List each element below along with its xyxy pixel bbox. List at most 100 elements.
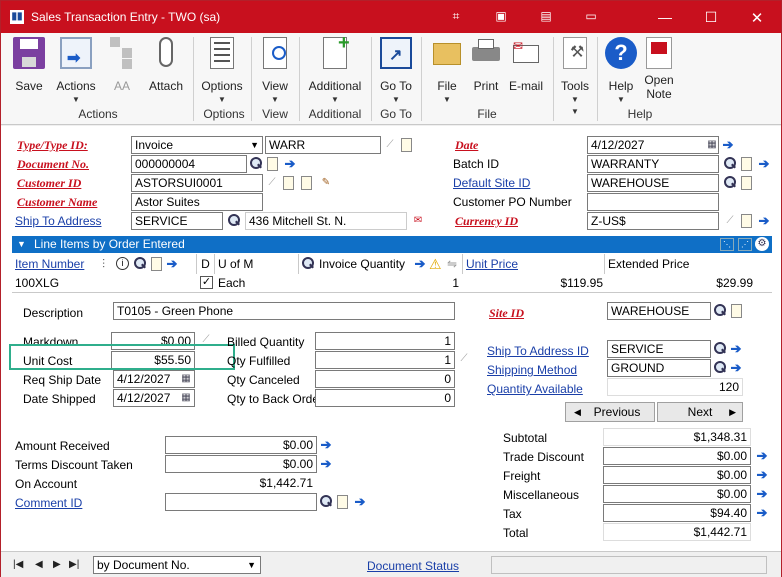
previous-record-icon[interactable]: ◀: [35, 559, 43, 570]
printer-icon[interactable]: ▣: [491, 9, 511, 23]
note-page-icon[interactable]: [283, 176, 294, 190]
customer-po-field[interactable]: [587, 193, 719, 211]
goto-arrow-icon[interactable]: ➔: [757, 157, 771, 171]
previous-button[interactable]: ◀ Previous: [565, 402, 655, 422]
qty-canceled-field[interactable]: 0: [315, 370, 455, 388]
calendar-icon[interactable]: ▤: [536, 9, 556, 23]
tools-button[interactable]: ⚒ Tools ▼: [557, 37, 593, 104]
close-icon[interactable]: ✕: [747, 9, 767, 27]
lookup-icon[interactable]: [301, 257, 315, 271]
attach-button[interactable]: Attach: [143, 37, 189, 93]
trade-discount-field[interactable]: $0.00: [603, 447, 751, 465]
goto-arrow-icon[interactable]: ➔: [755, 468, 769, 482]
item-number-link[interactable]: Item Number: [15, 257, 84, 271]
ship-to-address-link[interactable]: Ship To Address: [15, 214, 102, 228]
row-checkbox[interactable]: ✓: [200, 276, 213, 289]
first-record-icon[interactable]: |◀: [13, 559, 23, 570]
aa-button[interactable]: AA: [105, 37, 139, 93]
currency-id-label[interactable]: Currency ID: [455, 214, 518, 229]
next-record-icon[interactable]: ▶: [53, 559, 61, 570]
customer-name-field[interactable]: Astor Suites: [131, 193, 263, 211]
last-record-icon[interactable]: ▶|: [69, 559, 79, 570]
date-label[interactable]: Date: [455, 138, 478, 153]
type-id-field[interactable]: WARR: [265, 136, 381, 154]
warning-icon[interactable]: ⚠: [429, 254, 442, 274]
expand-icon[interactable]: ⟋: [723, 214, 737, 228]
lookup-icon[interactable]: [723, 176, 737, 190]
calendar-icon[interactable]: ▦: [179, 391, 193, 405]
goto-arrow-icon[interactable]: ➔: [165, 257, 179, 271]
lookup-icon[interactable]: [723, 157, 737, 171]
goto-arrow-icon[interactable]: ➔: [721, 138, 735, 152]
date-field[interactable]: 4/12/2027: [587, 136, 719, 154]
tax-field[interactable]: $94.40: [603, 504, 751, 522]
freight-field[interactable]: $0.00: [603, 466, 751, 484]
type-select[interactable]: Invoice ▼: [131, 136, 263, 154]
goto-arrow-icon[interactable]: ➔: [729, 361, 743, 375]
miscellaneous-field[interactable]: $0.00: [603, 485, 751, 503]
note-page-icon[interactable]: [301, 176, 312, 190]
shipping-method-field[interactable]: GROUND: [607, 359, 711, 377]
goto-arrow-icon[interactable]: ➔: [413, 257, 427, 271]
goto-arrow-icon[interactable]: ➔: [319, 457, 333, 471]
goto-arrow-icon[interactable]: ➔: [729, 342, 743, 356]
expand-icon[interactable]: ⟋: [265, 176, 279, 190]
site-id-field[interactable]: WAREHOUSE: [607, 302, 711, 320]
calendar-icon[interactable]: ▦: [705, 138, 719, 152]
note-page-icon[interactable]: [337, 495, 348, 509]
amount-received-field[interactable]: $0.00: [165, 436, 317, 454]
edit-pencil-icon[interactable]: ✎: [319, 176, 333, 190]
settings-icon[interactable]: ⚙: [755, 237, 769, 251]
expand-icon[interactable]: ⟋: [383, 138, 397, 152]
paperclip-icon[interactable]: ⫶: [102, 254, 105, 274]
info-icon[interactable]: i: [116, 257, 129, 270]
comment-id-link[interactable]: Comment ID: [15, 496, 82, 510]
lookup-icon[interactable]: [133, 257, 147, 271]
email-button[interactable]: ✉ E-mail: [507, 37, 545, 93]
lookup-icon[interactable]: [713, 361, 727, 375]
default-site-id-field[interactable]: WAREHOUSE: [587, 174, 719, 192]
envelope-edit-icon[interactable]: ✉: [411, 214, 425, 228]
actions-button[interactable]: ➡ Actions ▼: [53, 37, 99, 104]
goto-arrow-icon[interactable]: ➔: [319, 438, 333, 452]
type-id-label[interactable]: Type/Type ID:: [17, 138, 88, 153]
expand-icon[interactable]: ⟋: [457, 352, 471, 366]
default-site-id-link[interactable]: Default Site ID: [453, 176, 530, 190]
billed-quantity-field[interactable]: 1: [315, 332, 455, 350]
batch-id-field[interactable]: WARRANTY: [587, 155, 719, 173]
group-tools-chevron[interactable]: ▼: [557, 107, 593, 116]
goto-arrow-icon[interactable]: ➔: [755, 449, 769, 463]
note-page-icon[interactable]: [731, 304, 742, 318]
goto-arrow-icon[interactable]: ➔: [757, 214, 771, 228]
description-field[interactable]: T0105 - Green Phone: [113, 302, 455, 320]
goto-button[interactable]: ↗ Go To ▼: [375, 37, 417, 104]
ship-to-address-id-field[interactable]: SERVICE: [607, 340, 711, 358]
site-id-label[interactable]: Site ID: [489, 306, 524, 321]
terms-discount-field[interactable]: $0.00: [165, 455, 317, 473]
ship-to-address-id-link[interactable]: Ship To Address ID: [487, 344, 589, 358]
customer-id-field[interactable]: ASTORSUI0001: [131, 174, 263, 192]
unit-price-link[interactable]: Unit Price: [466, 257, 518, 271]
quantity-available-link[interactable]: Quantity Available: [487, 382, 583, 396]
note-page-icon[interactable]: [401, 138, 412, 152]
note-page-icon[interactable]: [741, 214, 752, 228]
additional-button[interactable]: + Additional ▼: [303, 32, 367, 104]
note-page-icon[interactable]: [741, 157, 752, 171]
qty-fulfilled-field[interactable]: 1: [315, 351, 455, 369]
lookup-icon[interactable]: [319, 495, 333, 509]
document-number-label[interactable]: Document No.: [17, 157, 89, 172]
print-button[interactable]: Print: [467, 37, 505, 93]
shrink-icon[interactable]: ⋰: [738, 238, 752, 251]
note-page-icon[interactable]: [151, 257, 162, 271]
note-page-icon[interactable]: [741, 176, 752, 190]
comment-id-field[interactable]: [165, 493, 317, 511]
lookup-icon[interactable]: [227, 214, 241, 228]
monitor-icon[interactable]: ▭: [581, 9, 601, 23]
goto-arrow-icon[interactable]: ➔: [755, 506, 769, 520]
calendar-icon[interactable]: ▦: [179, 372, 193, 386]
view-button[interactable]: View ▼: [255, 37, 295, 104]
save-button[interactable]: Save: [7, 37, 51, 93]
link-icon[interactable]: ⇋: [447, 254, 457, 274]
goto-arrow-icon[interactable]: ➔: [283, 157, 297, 171]
zoom-icon[interactable]: ⋱: [720, 238, 734, 251]
